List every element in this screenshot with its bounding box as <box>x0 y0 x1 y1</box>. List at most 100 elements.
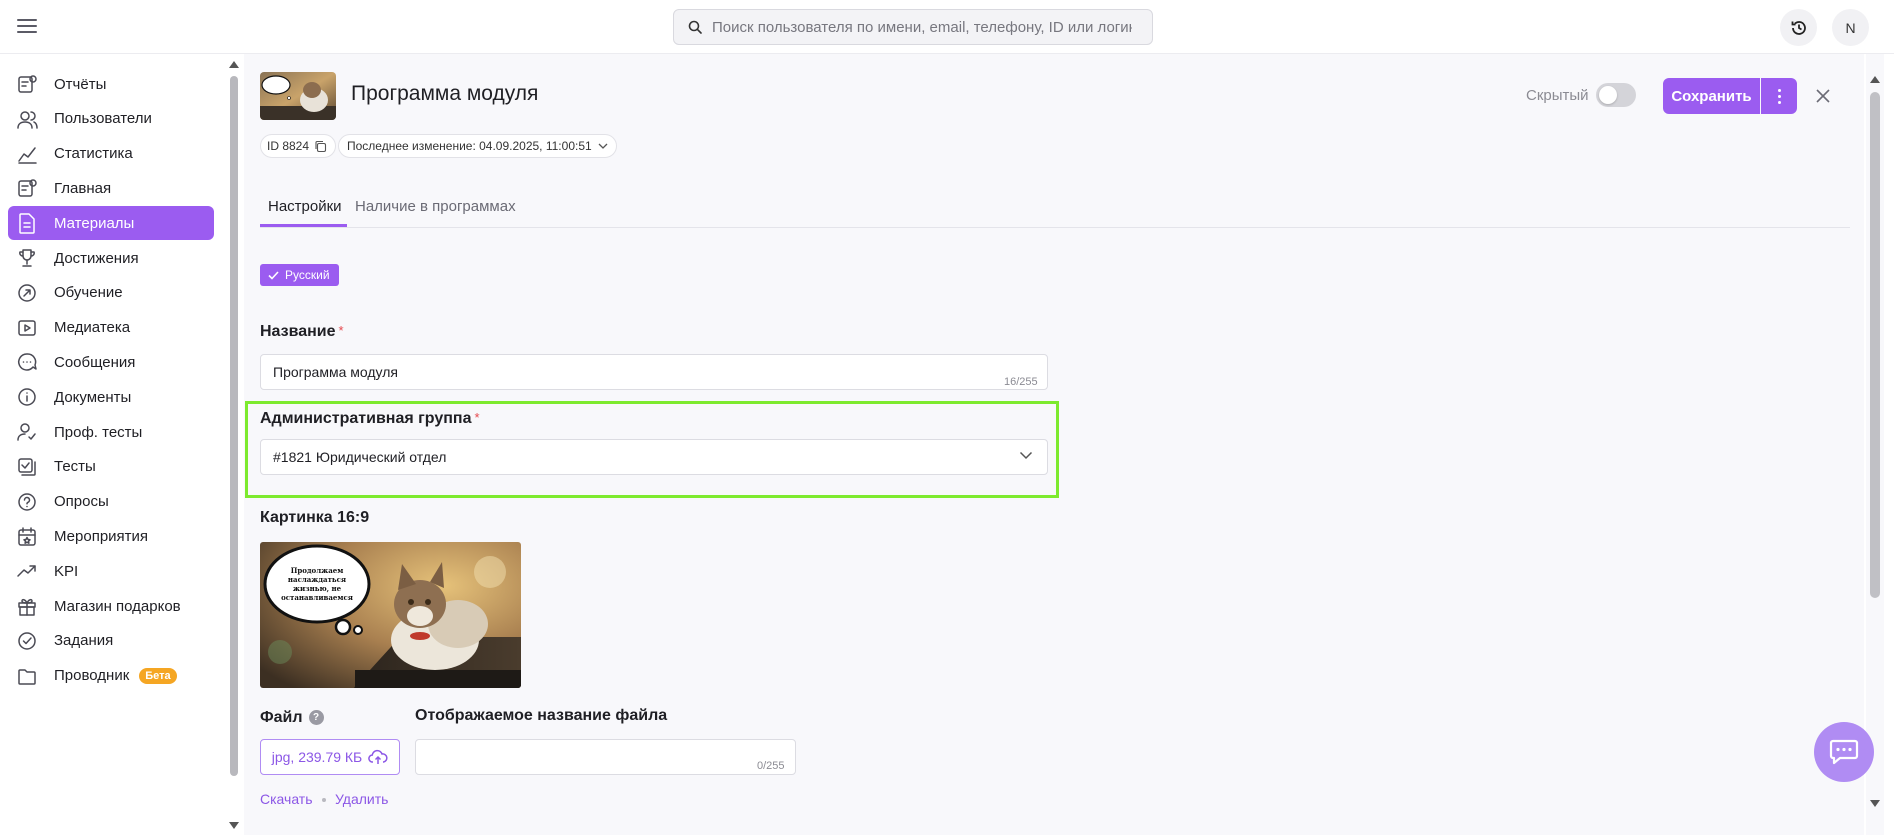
sidebar-item-16[interactable]: Магазин подарков <box>8 589 214 623</box>
admin-group-label: Административная группа * <box>260 410 480 427</box>
sidebar-scrollbar[interactable] <box>227 54 241 835</box>
name-counter: 16/255 <box>1004 376 1038 388</box>
scroll-down-arrow-icon[interactable] <box>1870 800 1880 807</box>
prof-test-icon <box>16 421 38 443</box>
sidebar-item-label: Главная <box>54 179 112 197</box>
history-button[interactable] <box>1780 9 1817 46</box>
report-icon <box>16 73 38 95</box>
sidebar-item-label: Проводник <box>54 667 130 685</box>
sidebar-item-label: Магазин подарков <box>54 597 181 615</box>
id-chip: ID 8824 <box>260 134 337 158</box>
name-input[interactable]: Программа модуля <box>260 354 1048 390</box>
menu-icon[interactable] <box>16 17 38 35</box>
delete-link[interactable]: Удалить <box>335 791 388 807</box>
document-icon <box>16 212 38 234</box>
copy-icon[interactable] <box>314 140 327 153</box>
task-icon <box>16 630 38 652</box>
scroll-up-arrow-icon[interactable] <box>229 61 239 68</box>
tab-program-presence[interactable]: Наличие в программах <box>355 198 516 215</box>
chat-button[interactable] <box>1814 722 1874 782</box>
required-mark: * <box>474 410 480 425</box>
sidebar-item-label: Документы <box>54 388 132 406</box>
last-modified-dropdown[interactable]: Последнее изменение: 04.09.2025, 11:00:5… <box>338 134 617 158</box>
more-options-button[interactable] <box>1761 78 1797 114</box>
search-icon <box>688 20 702 34</box>
file-display-name-counter: 0/255 <box>757 760 785 772</box>
hidden-toggle[interactable] <box>1596 83 1636 107</box>
sidebar-item-10[interactable]: Документы <box>8 380 214 414</box>
sidebar: Отчёты Пользователи Статистика Главная Матер… <box>0 54 226 835</box>
sidebar-item-label: Обучение <box>54 284 123 302</box>
cover-label: Картинка 16:9 <box>260 509 370 526</box>
search-input[interactable] <box>712 18 1132 36</box>
sidebar-item-label: Материалы <box>54 214 135 232</box>
sidebar-item-label: Проф. тесты <box>54 423 143 441</box>
sidebar-item-5[interactable]: Материалы <box>8 206 214 241</box>
upload-cloud-icon <box>368 749 388 764</box>
sidebar-item-17[interactable]: Задания <box>8 624 214 658</box>
material-thumbnail <box>260 72 336 120</box>
sidebar-item-2[interactable]: Пользователи <box>8 102 214 136</box>
sidebar-item-label: Тесты <box>54 458 96 476</box>
sidebar-item-label: Опросы <box>54 493 109 511</box>
language-chip[interactable]: Русский <box>260 264 339 286</box>
help-icon[interactable]: ? <box>308 710 324 726</box>
sidebar-item-9[interactable]: Сообщения <box>8 345 214 379</box>
sidebar-item-7[interactable]: Обучение <box>8 276 214 310</box>
media-icon <box>16 317 38 339</box>
trophy-icon <box>16 247 38 269</box>
scrollbar-thumb[interactable] <box>1870 92 1880 598</box>
sidebar-item-12[interactable]: Тесты <box>8 450 214 484</box>
sidebar-item-3[interactable]: Статистика <box>8 137 214 171</box>
sidebar-item-8[interactable]: Медиатека <box>8 311 214 345</box>
sidebar-item-label: Медиатека <box>54 319 131 337</box>
admin-group-select[interactable]: #1821 Юридический отдел <box>260 439 1048 475</box>
chart-icon <box>16 143 38 165</box>
tab-bar: Настройки Наличие в программах <box>260 186 1850 228</box>
file-upload-button[interactable]: jpg, 239.79 КБ <box>260 739 400 775</box>
avatar[interactable]: N <box>1832 9 1869 46</box>
save-button[interactable]: Сохранить <box>1663 78 1760 114</box>
gift-icon <box>16 595 38 617</box>
sidebar-item-15[interactable]: KPI <box>8 554 214 588</box>
sidebar-item-label: Отчёты <box>54 75 107 93</box>
sidebar-item-label: Статистика <box>54 145 133 163</box>
file-info: jpg, 239.79 КБ <box>271 749 363 765</box>
sidebar-item-4[interactable]: Главная <box>8 171 214 205</box>
tests-icon <box>16 456 38 478</box>
calendar-icon <box>16 525 38 547</box>
sidebar-item-14[interactable]: Мероприятия <box>8 519 214 553</box>
sidebar-item-1[interactable]: Отчёты <box>8 67 214 101</box>
chevron-down-icon <box>598 143 608 149</box>
tab-settings[interactable]: Настройки <box>268 198 342 215</box>
scrollbar-thumb[interactable] <box>230 76 238 776</box>
chat-icon <box>1829 739 1859 765</box>
toggle-knob <box>1599 86 1617 104</box>
sidebar-item-11[interactable]: Проф. тесты <box>8 415 214 449</box>
home-icon <box>16 177 38 199</box>
scroll-down-arrow-icon[interactable] <box>229 822 239 829</box>
sidebar-item-18[interactable]: Проводник Бета <box>8 659 214 693</box>
sidebar-item-label: Достижения <box>54 249 139 267</box>
close-icon[interactable] <box>1813 86 1833 106</box>
top-bar: N <box>0 0 1894 54</box>
check-icon <box>268 270 279 280</box>
sidebar-item-label: KPI <box>54 562 79 580</box>
messages-icon <box>16 351 38 373</box>
download-link[interactable]: Скачать <box>260 791 313 807</box>
scroll-up-arrow-icon[interactable] <box>1870 76 1880 83</box>
language-label: Русский <box>285 268 330 282</box>
separator-dot <box>322 798 326 802</box>
cover-image[interactable]: Продолжаем наслаждаться жизнью, не остан… <box>260 542 521 688</box>
chevron-down-icon <box>1019 451 1033 460</box>
file-label: Файл? <box>260 709 324 727</box>
last-modified-label: Последнее изменение: 04.09.2025, 11:00:5… <box>347 139 592 153</box>
sidebar-item-label: Пользователи <box>54 110 152 128</box>
sidebar-item-label: Мероприятия <box>54 527 149 545</box>
sidebar-item-6[interactable]: Достижения <box>8 241 214 275</box>
sidebar-item-13[interactable]: Опросы <box>8 485 214 519</box>
file-display-name-label: Отображаемое название файла <box>415 707 668 724</box>
file-display-name-input[interactable] <box>415 739 796 775</box>
search-box[interactable] <box>673 9 1153 45</box>
main-scrollbar[interactable] <box>1866 54 1884 835</box>
